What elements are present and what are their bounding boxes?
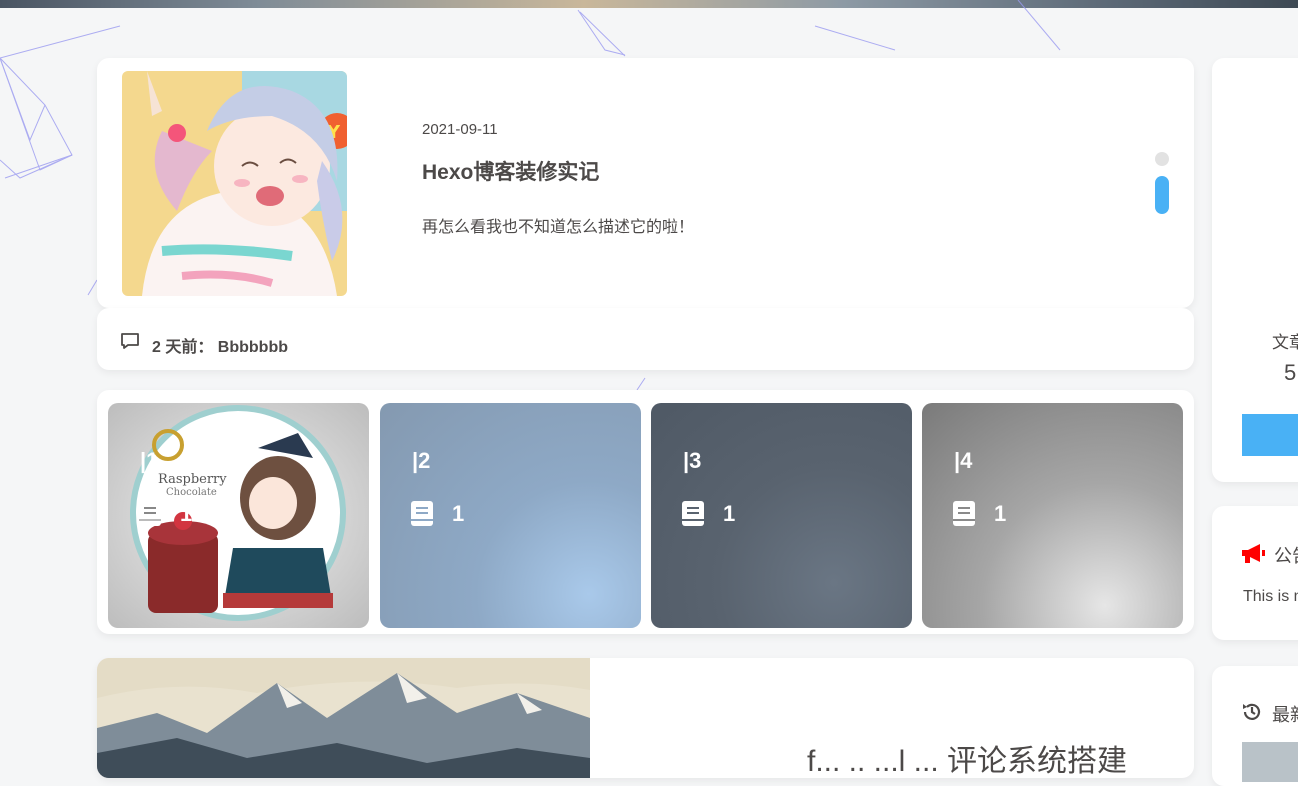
category-name: |3 <box>683 448 702 473</box>
sidebar-recent-posts-card: 最新文章 <box>1212 666 1298 786</box>
follow-button[interactable] <box>1242 414 1298 456</box>
category-card-4[interactable]: |4 1 <box>922 403 1183 628</box>
category-name: |1 <box>140 448 159 473</box>
newest-comment-bar[interactable]: 2 天前： Bbbbbbb <box>97 308 1194 370</box>
category-card-1[interactable]: Raspberry Chocolate |1 1 <box>108 403 369 628</box>
featured-post-description: 再怎么看我也不知道怎么描述它的啦！ <box>422 219 695 236</box>
sidebar-announcement-card: 公告 This is my Blog <box>1212 506 1298 640</box>
history-icon <box>1243 703 1261 720</box>
category-cards-panel: Raspberry Chocolate |1 1 |2 1 |3 1 |4 1 <box>97 390 1194 634</box>
recent-post-thumbnail[interactable] <box>1242 742 1298 782</box>
post-cover-image[interactable] <box>97 658 590 778</box>
header-banner-strip <box>0 0 1298 8</box>
carousel-dot-active[interactable] <box>1155 176 1169 214</box>
sidebar-author-card: 文章 5 <box>1212 58 1298 482</box>
featured-post-title[interactable]: Hexo博客装修实记 <box>422 156 599 186</box>
book-icon <box>411 501 433 526</box>
svg-text:Raspberry: Raspberry <box>158 472 227 487</box>
category-post-count: 1 <box>452 501 465 526</box>
post-title[interactable]: f... .. ...l ... 评论系统搭建 <box>807 736 1127 778</box>
category-post-count: 1 <box>994 501 1007 526</box>
article-count-label[interactable]: 文章 <box>1272 328 1298 353</box>
category-card-2[interactable]: |2 1 <box>380 403 641 628</box>
featured-post-date: 2021-09-11 <box>422 121 498 138</box>
category-name: |2 <box>412 448 431 473</box>
carousel-dot[interactable] <box>1155 152 1169 166</box>
recent-posts-heading: 最新文章 <box>1272 705 1298 725</box>
megaphone-icon <box>1242 544 1265 563</box>
category-name: |4 <box>954 448 973 473</box>
category-post-count: 1 <box>180 501 193 526</box>
post-card[interactable]: f... .. ...l ... 评论系统搭建 <box>97 658 1194 778</box>
featured-post-cover-image[interactable]: Y <box>122 71 347 296</box>
category-post-count: 1 <box>723 501 736 526</box>
svg-text:Chocolate: Chocolate <box>166 487 217 498</box>
article-count-value[interactable]: 5 <box>1284 360 1296 386</box>
featured-post-card[interactable]: Y 2021-09-11 Hexo博客装修实记 再怎么看我也不知道怎么描述它的啦… <box>97 58 1194 308</box>
book-icon <box>953 501 975 526</box>
book-icon <box>139 501 161 526</box>
announcement-text: This is my Blog <box>1243 588 1298 605</box>
announcement-heading: 公告 <box>1274 546 1298 566</box>
category-card-3[interactable]: |3 1 <box>651 403 912 628</box>
book-icon <box>682 501 704 526</box>
comment-icon <box>121 333 139 349</box>
newest-comment-text[interactable]: 2 天前： Bbbbbbb <box>152 333 288 357</box>
